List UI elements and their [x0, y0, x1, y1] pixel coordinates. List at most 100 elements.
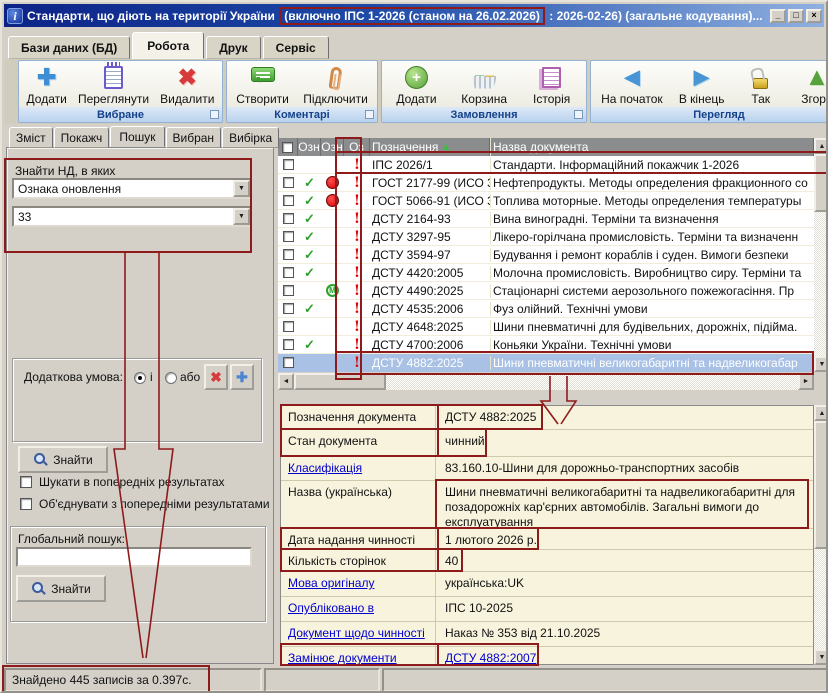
row-checkbox[interactable] [283, 303, 294, 314]
ribbon-tab-4[interactable]: Сервіс [263, 36, 329, 59]
window-controls: _ □ × [770, 9, 822, 23]
merge-previous-checkbox[interactable] [20, 498, 32, 510]
row-checkbox[interactable] [283, 159, 294, 170]
radio-or[interactable] [165, 372, 177, 384]
create-comment-button[interactable]: Створити [232, 62, 293, 107]
row-checkbox[interactable] [283, 321, 294, 332]
scroll-up-icon[interactable]: ▲ [814, 405, 828, 421]
dialog-launcher-icon[interactable] [210, 110, 219, 119]
sidebar-tab-5[interactable]: Вибірка [222, 127, 279, 148]
search-field-combo[interactable]: Ознака оновлення ▼ [12, 178, 252, 199]
detail-label[interactable]: Опубліковано в [281, 597, 436, 621]
ribbon-tab-1[interactable]: Бази даних (БД) [8, 36, 130, 59]
sidebar-tab-4[interactable]: Вибран [166, 127, 222, 148]
scroll-left-icon[interactable]: ◄ [278, 373, 294, 390]
scroll-right-icon[interactable]: ► [798, 373, 814, 390]
scroll-down-icon[interactable]: ▼ [814, 356, 828, 372]
ribbon-tab-2[interactable]: Робота [132, 32, 204, 59]
detail-label[interactable]: Замінює документи [281, 647, 436, 665]
table-row[interactable]: ✓!ДСТУ 3297-95Лікеро-горілчана промислов… [278, 228, 814, 246]
detail-label[interactable]: Мова оригіналу [281, 572, 436, 596]
detail-value: ІПС 10-2025 [436, 597, 813, 621]
button-label: Переглянути [78, 92, 149, 106]
delete-favorite-button[interactable]: ✖Видалити [156, 62, 218, 107]
scroll-down-icon[interactable]: ▼ [814, 649, 828, 665]
table-row[interactable]: ✓!ДСТУ 2164-93Вина виноградні. Терміни т… [278, 210, 814, 228]
search-previous-checkbox[interactable] [20, 476, 32, 488]
add-order-button[interactable]: +Додати [392, 62, 440, 107]
table-row[interactable]: ✓!ДСТУ 4700:2006Коньяки України. Технічн… [278, 336, 814, 354]
collapse-button[interactable]: ▲Згорн [793, 62, 828, 107]
doc-name-cell: Вина виноградні. Терміни та визначення [490, 212, 814, 226]
row-checkbox[interactable] [283, 285, 294, 296]
table-row[interactable]: !ДСТУ 4882:2025Шини пневматичні великога… [278, 354, 814, 372]
lock-toggle-button[interactable]: Так [737, 62, 785, 107]
minimize-button[interactable]: _ [770, 9, 786, 23]
radio-and[interactable] [134, 372, 146, 384]
dropdown-icon[interactable]: ▼ [233, 180, 250, 197]
column-header-3[interactable]: Озн [321, 138, 344, 156]
row-checkbox[interactable] [283, 267, 294, 278]
table-row[interactable]: ✓!ДСТУ 3594-97Будування і ремонт кораблі… [278, 246, 814, 264]
view-favorite-button[interactable]: Переглянути [74, 62, 153, 107]
row-checkbox[interactable] [283, 357, 294, 368]
table-hscroll-thumb[interactable] [294, 373, 386, 390]
column-header-label: Озн [298, 140, 319, 154]
select-cell [278, 195, 298, 206]
detail-value[interactable]: ДСТУ 4882:2007 [436, 647, 813, 665]
table-vscroll-thumb[interactable] [814, 154, 828, 212]
detail-label[interactable]: Документ щодо чинності [281, 622, 436, 646]
column-header-label: Назва документа [493, 140, 588, 154]
table-row[interactable]: !ДСТУ 4648:2025Шини пневматичні для буді… [278, 318, 814, 336]
table-row[interactable]: ✓!ДСТУ 4420:2005Молочна промисловість. В… [278, 264, 814, 282]
table-row[interactable]: ✓!ГОСТ 2177-99 (ИСО 3Нефтепродукты. Мето… [278, 174, 814, 192]
table-row[interactable]: ✓!ДСТУ 4535:2006Фуз олійний. Технічні ум… [278, 300, 814, 318]
go-start-button[interactable]: ◄На початок [597, 62, 667, 107]
dropdown-icon[interactable]: ▼ [233, 208, 250, 225]
sidebar-tab-2[interactable]: Покажч [54, 127, 110, 148]
column-header-5[interactable]: Позначення▲ [370, 138, 490, 156]
details-vscroll-thumb[interactable] [814, 421, 828, 549]
ribbon-tab-3[interactable]: Друк [206, 36, 260, 59]
add-condition-button[interactable]: ✚ [230, 364, 254, 390]
row-checkbox[interactable] [283, 339, 294, 350]
global-search-label: Глобальний пошук: [18, 532, 125, 546]
sidebar-tab-1[interactable]: Зміст [9, 127, 53, 148]
row-checkbox[interactable] [283, 249, 294, 260]
detail-label[interactable]: Класифікація [281, 457, 436, 480]
search-value-combo[interactable]: 33 ▼ [12, 206, 252, 227]
select-all-checkbox[interactable] [282, 142, 293, 153]
maximize-button[interactable]: □ [788, 9, 804, 23]
column-header-1[interactable] [278, 138, 298, 156]
detail-value: 40 [436, 550, 813, 571]
scroll-up-icon[interactable]: ▲ [814, 138, 828, 154]
find-button[interactable]: Знайти [18, 446, 108, 473]
dialog-launcher-icon[interactable] [574, 110, 583, 119]
select-cell [278, 231, 298, 242]
column-header-6[interactable]: Назва документа [490, 138, 814, 156]
attach-comment-button[interactable]: Підключити [299, 62, 372, 107]
go-end-button[interactable]: ►В кінець [675, 62, 729, 107]
row-checkbox[interactable] [283, 177, 294, 188]
global-find-button[interactable]: Знайти [16, 575, 106, 602]
table-row[interactable]: ✓!ГОСТ 5066-91 (ИСО 3Топлива моторные. М… [278, 192, 814, 210]
dialog-launcher-icon[interactable] [365, 110, 374, 119]
history-button[interactable]: Історія [528, 62, 576, 107]
table-row[interactable]: М!ДСТУ 4490:2025Стаціонарні системи аеро… [278, 282, 814, 300]
sidebar-tab-3[interactable]: Пошук [110, 126, 164, 147]
global-search-input[interactable] [16, 547, 252, 567]
remove-condition-button[interactable]: ✖ [204, 364, 228, 390]
row-checkbox[interactable] [283, 213, 294, 224]
row-checkbox[interactable] [283, 231, 294, 242]
column-header-2[interactable]: Озн [298, 138, 321, 156]
close-button[interactable]: × [806, 9, 822, 23]
select-cell [278, 177, 298, 188]
magnifier-icon [31, 581, 46, 596]
add-favorite-button[interactable]: ✚Додати [23, 62, 71, 107]
doc-code-cell: ГОСТ 5066-91 (ИСО 3 [370, 194, 490, 208]
table-row[interactable]: !ІПС 2026/1Стандарти. Інформаційний пока… [278, 156, 814, 174]
group-caption: Перегляд [591, 107, 828, 122]
basket-button[interactable]: Корзина [457, 62, 511, 107]
column-header-4[interactable]: Оз [344, 138, 370, 156]
row-checkbox[interactable] [283, 195, 294, 206]
